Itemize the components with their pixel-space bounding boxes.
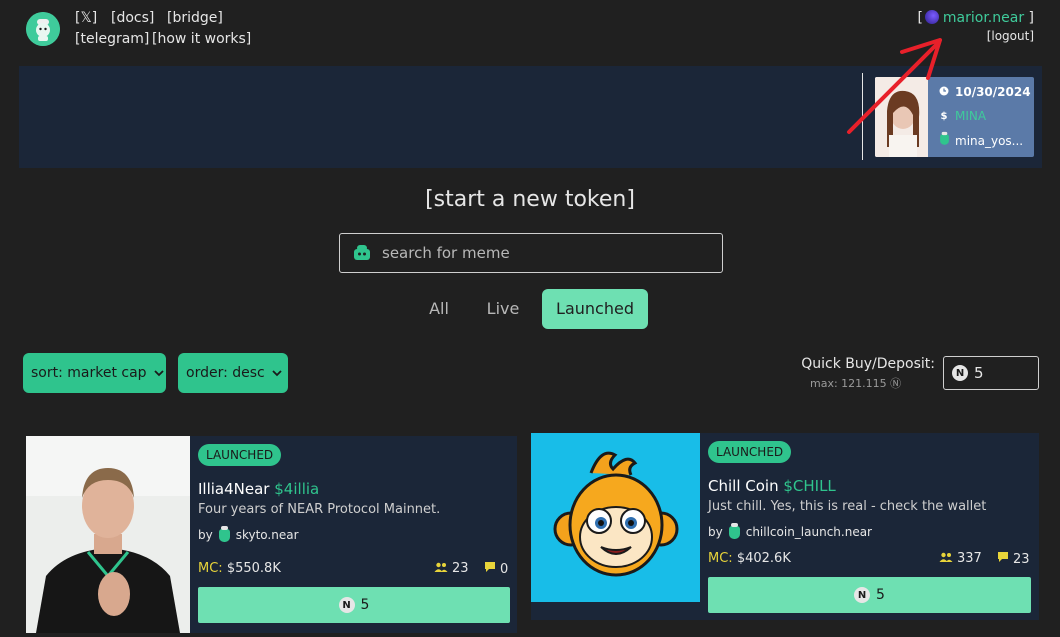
buy-amount: 5 (876, 587, 885, 603)
holders-stat: 23 (434, 561, 469, 576)
comments-count: 23 (1013, 551, 1030, 567)
logout-link[interactable]: [logout] (987, 29, 1034, 43)
near-icon: N (952, 365, 968, 381)
status-badge: LAUNCHED (708, 441, 792, 463)
nav-how-it-works-link[interactable]: [how it works] (152, 31, 251, 47)
start-new-token-link[interactable]: [start a new token] (0, 187, 1060, 212)
creator-logo-icon (218, 525, 230, 542)
token-description: Four years of NEAR Protocol Mainnet. (198, 502, 441, 517)
token-creator[interactable]: skyto.near (236, 528, 299, 542)
market-cap: MC: $550.8K (198, 561, 281, 576)
user-bracket-close: ] (1024, 10, 1034, 26)
featured-ticker: MINA (955, 109, 987, 123)
token-title: Chill Coin $CHILL (708, 477, 836, 495)
tab-all[interactable]: All (414, 289, 464, 329)
holders-stat: 337 (939, 551, 982, 566)
token-image (26, 436, 190, 633)
near-icon: N (338, 597, 355, 613)
token-creator-row: by chillcoin_launch.near (708, 522, 872, 539)
user-account[interactable]: [ marior.near ] (917, 10, 1034, 26)
clock-icon (939, 86, 949, 99)
buy-amount: 5 (360, 597, 370, 613)
featured-date: 10/30/2024 (955, 85, 1031, 99)
nav-bridge-link[interactable]: [bridge] (167, 10, 223, 26)
creator-logo-icon (939, 131, 949, 149)
comments-stat: 0 (484, 561, 508, 577)
nav-docs-link[interactable]: [docs] (111, 10, 154, 26)
quick-buy-button[interactable]: N 5 (708, 577, 1031, 613)
status-badge: LAUNCHED (198, 444, 282, 466)
holders-count: 23 (452, 561, 469, 576)
user-name[interactable]: marior.near (943, 10, 1024, 26)
comment-icon (484, 561, 496, 577)
sort-label: sort: market cap (31, 365, 147, 381)
token-title: Illia4Near $4illia (198, 480, 319, 498)
near-icon: N (854, 587, 871, 603)
token-image (531, 433, 700, 602)
quick-buy-input[interactable] (972, 363, 1031, 383)
tab-live[interactable]: Live (478, 289, 528, 329)
app-logo-icon[interactable] (26, 12, 60, 46)
token-name: Chill Coin (708, 477, 779, 495)
token-creator-row: by skyto.near (198, 525, 299, 542)
order-label: order: desc (186, 365, 265, 381)
holders-count: 337 (957, 551, 982, 566)
token-card[interactable]: LAUNCHED Chill Coin $CHILL Just chill. Y… (531, 433, 1039, 620)
token-card[interactable]: LAUNCHED Illia4Near $4illia Four years o… (26, 436, 517, 633)
search-input[interactable] (380, 243, 704, 263)
banner-divider (862, 73, 863, 160)
user-avatar-icon (924, 10, 939, 24)
quick-buy-max: max: 121.115 Ⓝ (810, 377, 902, 390)
token-description: Just chill. Yes, this is real - check th… (708, 499, 987, 514)
comment-icon (997, 551, 1009, 567)
featured-date-row: 10/30/2024 (939, 85, 1031, 99)
comments-count: 0 (500, 561, 509, 577)
token-ticker: $CHILL (783, 477, 836, 495)
featured-token-image (875, 77, 928, 157)
order-dropdown[interactable]: order: desc (178, 353, 288, 393)
user-bracket-open: [ (917, 10, 923, 26)
featured-ticker-row: $ MINA (939, 109, 987, 123)
market-cap-label: MC: (198, 561, 223, 576)
sort-dropdown[interactable]: sort: market cap (23, 353, 166, 393)
quick-buy-button[interactable]: N 5 (198, 587, 510, 623)
featured-creator: mina_yos... (955, 134, 1024, 148)
chevron-down-icon (154, 353, 164, 393)
market-cap-value: $402.6K (736, 551, 791, 566)
users-icon (434, 561, 448, 576)
chevron-down-icon (272, 353, 282, 393)
token-name: Illia4Near (198, 480, 270, 498)
featured-creator-row: mina_yos... (939, 131, 1024, 149)
token-creator[interactable]: chillcoin_launch.near (746, 525, 872, 539)
market-cap-label: MC: (708, 551, 733, 566)
search-box[interactable] (339, 233, 723, 273)
nav-x-link[interactable]: [𝕏] (75, 10, 97, 26)
tab-launched[interactable]: Launched (542, 289, 648, 329)
users-icon (939, 551, 953, 566)
by-label: by (198, 528, 213, 542)
quick-buy-field[interactable]: N (943, 356, 1039, 390)
featured-token-card[interactable]: 10/30/2024 $ MINA mina_yos... (875, 77, 1034, 157)
token-ticker: $4illia (274, 480, 320, 498)
market-cap: MC: $402.6K (708, 551, 791, 566)
search-logo-icon (352, 244, 372, 262)
by-label: by (708, 525, 723, 539)
market-cap-value: $550.8K (226, 561, 281, 576)
dollar-icon: $ (940, 110, 948, 122)
comments-stat: 23 (997, 551, 1030, 567)
nav-telegram-link[interactable]: [telegram] (75, 31, 149, 47)
quick-buy-label: Quick Buy/Deposit: (801, 356, 935, 372)
creator-logo-icon (728, 522, 740, 539)
